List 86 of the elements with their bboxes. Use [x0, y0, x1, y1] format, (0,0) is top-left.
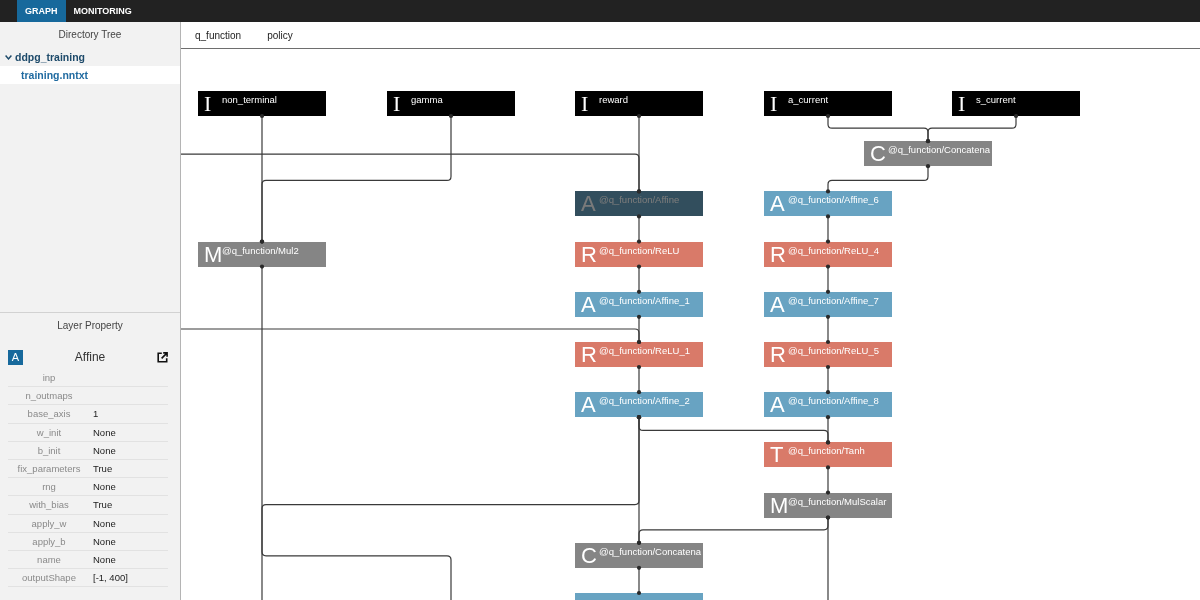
property-name: name: [36, 553, 62, 565]
layer-type-letter: C: [581, 542, 597, 568]
panel-title: Layer Property: [56, 319, 124, 333]
node-label: @q_function/Affine_7: [788, 294, 879, 306]
node-label: @q_function/Affine: [599, 194, 680, 206]
connector-line: [825, 314, 831, 345]
node-label: gamma: [411, 94, 443, 105]
layer-type-letter: A: [770, 291, 786, 317]
layer-type-letter: R: [581, 342, 597, 367]
property-name: apply_b: [31, 535, 67, 547]
layer-type-letter: R: [770, 241, 786, 267]
property-name: inp: [41, 372, 57, 384]
property-value: 1: [93, 408, 99, 420]
layer-node[interactable]: I gamma: [387, 91, 515, 116]
connector-line: [825, 214, 831, 244]
layer-type-letter: C: [870, 141, 886, 167]
node-label: @q_function/ReLU_5: [788, 345, 879, 356]
property-value: None: [93, 481, 116, 493]
layer-type-letter: R: [581, 241, 597, 267]
tree-item[interactable]: training.nntxt: [0, 66, 180, 84]
property-value: None: [93, 517, 116, 529]
layer-node[interactable]: I reward: [575, 91, 703, 116]
connector-line: [636, 214, 642, 244]
layer-node[interactable]: T @q_function/Tanh: [764, 442, 892, 468]
connector-line: [825, 465, 831, 495]
property-value: None: [93, 553, 116, 565]
node-label: s_current: [976, 94, 1016, 105]
node-label: @q_function/Affine_1: [599, 294, 690, 306]
layer-node[interactable]: I s_current: [952, 91, 1080, 116]
layer-type-letter: I: [770, 91, 779, 116]
layer-type-letter: A: [581, 191, 597, 217]
panel-title: Directory Tree: [57, 28, 123, 42]
property-name: fix_parameters: [16, 463, 82, 475]
connector-line: [636, 264, 642, 294]
node-label: @q_function/Affine_2: [599, 395, 690, 407]
connector-line: [636, 364, 642, 395]
property-name: n_outmaps: [24, 390, 74, 402]
layer-node[interactable]: I non_terminal: [198, 91, 326, 116]
external-link-icon[interactable]: [157, 351, 168, 363]
layer-type-letter: I: [393, 91, 402, 116]
layer-type-letter: A: [581, 392, 597, 418]
layer-type-letter: I: [204, 91, 213, 116]
connector-line: [825, 364, 831, 395]
node-label: @q_function/Tanh: [788, 445, 865, 457]
layer-type-letter: I: [581, 91, 590, 116]
property-name: base_axis: [26, 408, 72, 420]
property-name: with_bias: [28, 499, 70, 511]
node-label: @q_function/Concatena: [888, 144, 991, 156]
network-tab[interactable]: policy: [260, 27, 300, 43]
property-value: None: [93, 535, 116, 547]
property-name: b_init: [36, 444, 62, 456]
property-name: rng: [41, 481, 57, 493]
node-label: @q_function/Mul2: [222, 244, 299, 256]
chevron-down-icon[interactable]: [5, 54, 12, 60]
property-value: True: [93, 463, 113, 475]
node-label: @q_function/ReLU_4: [788, 244, 879, 256]
layer-type-letter: R: [770, 342, 786, 367]
node-label: @q_function/Affine_6: [788, 194, 879, 206]
property-value: None: [93, 426, 116, 438]
layer-type-letter: T: [770, 442, 785, 468]
layer-node[interactable]: I a_current: [764, 91, 892, 116]
property-name: apply_w: [30, 517, 68, 529]
layer-type-badge: A: [8, 349, 23, 365]
node-label: @q_function/ReLU_1: [599, 345, 690, 356]
app-tab[interactable]: GRAPH: [17, 0, 66, 22]
node-label: @q_function/Affine_8: [788, 395, 879, 407]
property-value: None: [93, 444, 116, 456]
layer-type-letter: A: [770, 191, 786, 217]
property-name: w_init: [35, 426, 63, 438]
node-label: non_terminal: [222, 94, 277, 105]
layer-type-letter: I: [958, 91, 967, 116]
layer-name: Affine: [73, 350, 107, 364]
layer-type-letter: A: [581, 291, 597, 317]
node-label: @q_function/ReLU: [599, 244, 680, 256]
node-label: @q_function/MulScalar: [788, 495, 887, 507]
property-value: [-1, 400]: [93, 572, 128, 584]
property-value: True: [93, 499, 113, 511]
node-label: @q_function/Concatena: [599, 545, 702, 557]
tree-item[interactable]: ddpg_training: [0, 48, 180, 66]
layer-type-letter: A: [770, 392, 786, 418]
node-label: reward: [599, 94, 629, 105]
node-label: a_current: [788, 94, 829, 105]
connector-line: [825, 264, 831, 294]
app-tab[interactable]: MONITORING: [65, 0, 140, 22]
network-tab[interactable]: q_function: [188, 27, 249, 43]
property-name: outputShape: [21, 572, 77, 584]
